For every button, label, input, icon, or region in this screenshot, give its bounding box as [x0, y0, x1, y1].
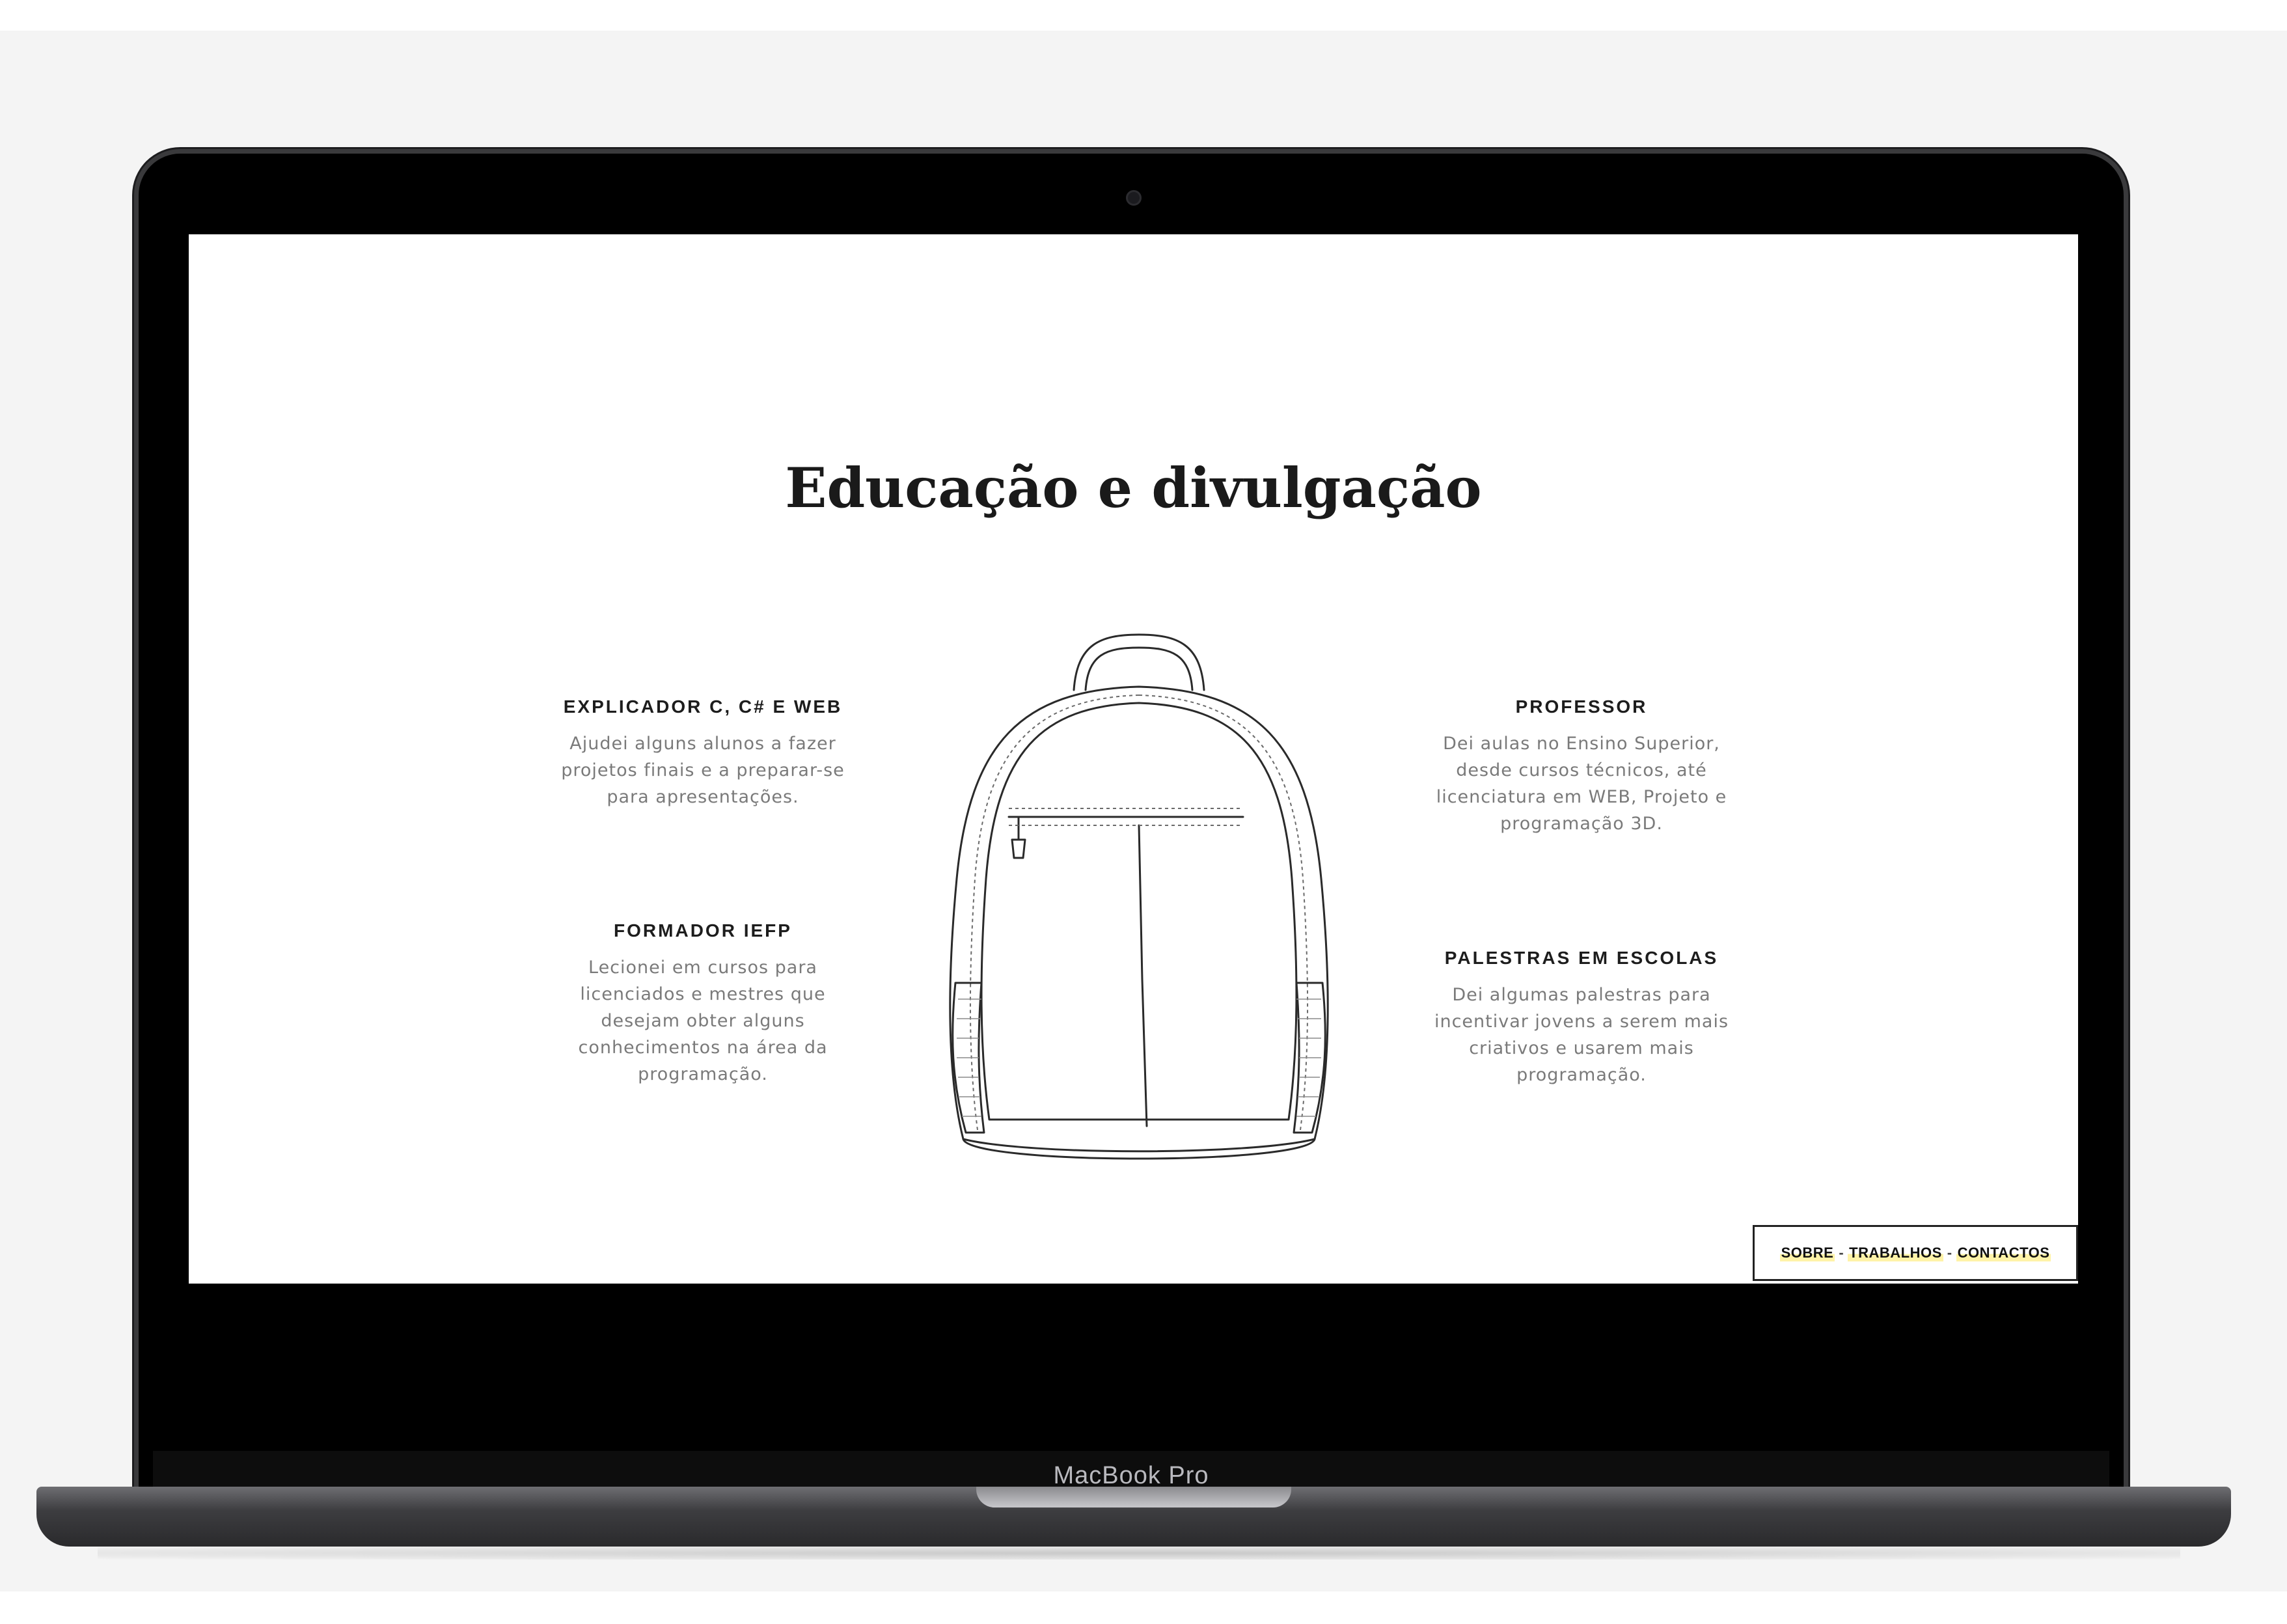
- footer-nav: SOBRE - TRABALHOS - CONTACTOS: [1753, 1225, 2078, 1281]
- brand-label: MacBook Pro: [1053, 1462, 1209, 1489]
- item-professor: PROFESSOR Dei aulas no Ensino Superior, …: [1412, 696, 1751, 837]
- item-palestras: PALESTRAS EM ESCOLAS Dei algumas palestr…: [1412, 948, 1751, 1088]
- laptop-base: [36, 1487, 2231, 1547]
- laptop-shadow: [98, 1547, 2180, 1560]
- laptop-notch: [976, 1487, 1291, 1507]
- laptop-lid: Educação e divulgação EXPLICADOR C, C# E…: [139, 154, 2124, 1498]
- item-heading: PALESTRAS EM ESCOLAS: [1444, 948, 1719, 968]
- item-body: Lecionei em cursos para licenciados e me…: [578, 957, 828, 1084]
- item-heading: FORMADOR IEFP: [614, 920, 792, 941]
- nav-link-trabalhos[interactable]: TRABALHOS: [1848, 1245, 1943, 1261]
- nav-separator: -: [1947, 1245, 1952, 1261]
- nav-link-contactos[interactable]: CONTACTOS: [1956, 1245, 2051, 1261]
- page-title: Educação e divulgação: [785, 456, 1482, 520]
- item-heading: PROFESSOR: [1515, 696, 1648, 717]
- nav-link-sobre[interactable]: SOBRE: [1779, 1245, 1835, 1261]
- backpack-illustration: [949, 633, 1329, 1160]
- item-body: Ajudei alguns alunos a fazer projetos fi…: [561, 734, 845, 807]
- camera-icon: [1126, 190, 1142, 206]
- item-formador: FORMADOR IEFP Lecionei em cursos para li…: [540, 920, 866, 1088]
- item-body: Dei algumas palestras para incentivar jo…: [1434, 985, 1729, 1085]
- item-body: Dei aulas no Ensino Superior, desde curs…: [1436, 734, 1727, 834]
- nav-separator: -: [1839, 1245, 1844, 1261]
- item-explicador: EXPLICADOR C, C# E WEB Ajudei alguns alu…: [540, 696, 866, 810]
- item-heading: EXPLICADOR C, C# E WEB: [563, 696, 843, 717]
- laptop-screen: Educação e divulgação EXPLICADOR C, C# E…: [189, 234, 2078, 1284]
